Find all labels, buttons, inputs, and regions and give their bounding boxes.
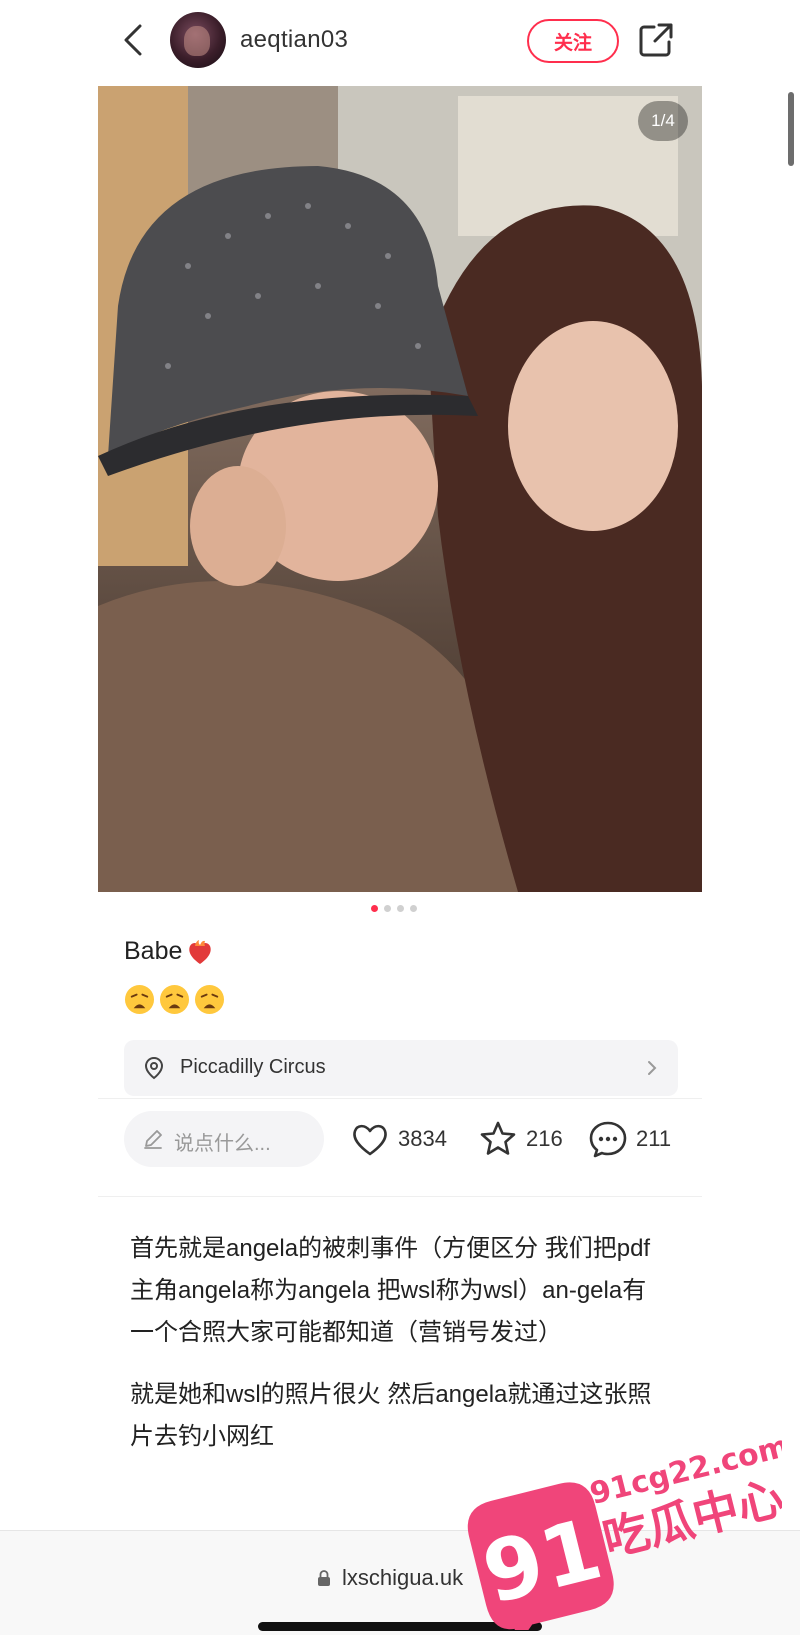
location-tag[interactable]: Piccadilly Circus	[124, 1040, 678, 1096]
location-pin-icon	[144, 1056, 164, 1080]
caption-text: Babe	[124, 937, 183, 965]
lock-icon	[318, 1570, 330, 1586]
post-page: aeqtian03 关注 1/4 Babe Piccadilly Circus …	[0, 0, 800, 1635]
scrollbar[interactable]	[788, 92, 794, 166]
weary-face-icon	[194, 984, 225, 1015]
back-arrow-icon[interactable]	[118, 22, 150, 58]
photo-illustration	[98, 86, 702, 892]
weary-face-icon	[124, 984, 155, 1015]
chevron-right-icon	[648, 1061, 657, 1075]
image-counter: 1/4	[638, 101, 688, 141]
like-button[interactable]: 3834	[350, 1115, 447, 1163]
emoji-row	[124, 984, 225, 1015]
carousel-dot[interactable]	[397, 905, 404, 912]
comment-bubble-icon	[589, 1121, 627, 1158]
share-icon[interactable]	[638, 22, 674, 58]
comment-placeholder: 说点什么...	[174, 1133, 271, 1155]
post-photo[interactable]	[98, 86, 702, 892]
pencil-icon	[144, 1130, 162, 1149]
post-caption: Babe	[124, 937, 214, 966]
heart-icon	[353, 1124, 387, 1156]
carousel-dots	[371, 905, 417, 912]
comment-input[interactable]: 说点什么...	[124, 1111, 324, 1167]
avatar[interactable]	[170, 12, 226, 68]
article-paragraph: 首先就是angela的被刺事件（方便区分 我们把pdf主角angela称为ang…	[130, 1235, 651, 1346]
follow-button[interactable]: 关注	[527, 19, 619, 63]
favorite-button[interactable]: 216	[478, 1115, 563, 1163]
post-header: aeqtian03 关注	[0, 0, 800, 82]
url-text[interactable]: lxschigua.uk	[342, 1565, 463, 1591]
heart-on-fire-icon	[189, 939, 212, 964]
comment-count: 211	[636, 1126, 672, 1151]
username[interactable]: aeqtian03	[240, 26, 348, 54]
comment-button[interactable]: 211	[588, 1115, 671, 1163]
star-icon	[480, 1121, 516, 1155]
divider	[98, 1098, 702, 1099]
location-name: Piccadilly Circus	[180, 1056, 326, 1078]
favorite-count: 216	[526, 1126, 563, 1151]
divider	[98, 1196, 702, 1197]
carousel-dot[interactable]	[371, 905, 378, 912]
carousel-dot[interactable]	[410, 905, 417, 912]
like-count: 3834	[398, 1126, 447, 1151]
site-watermark-logo: 91 91cg22.com 吃瓜中心	[467, 1430, 782, 1630]
weary-face-icon	[159, 984, 190, 1015]
carousel-dot[interactable]	[384, 905, 391, 912]
